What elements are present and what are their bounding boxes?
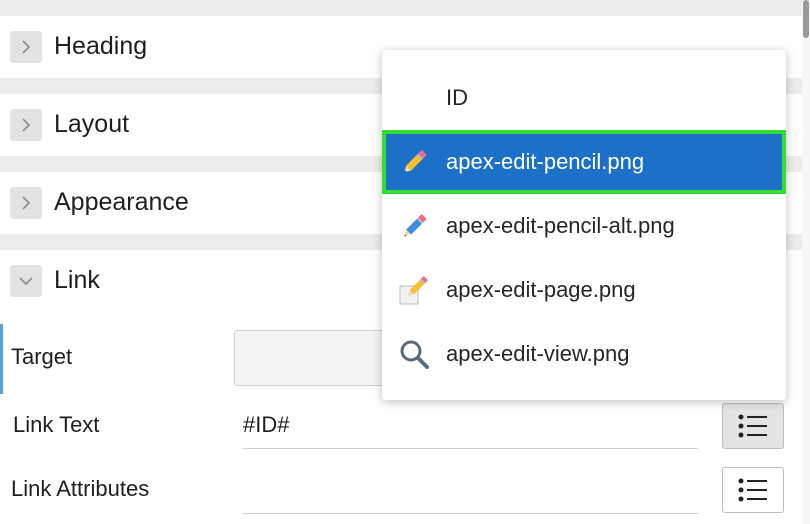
chevron-right-icon — [22, 118, 31, 132]
pencil-icon — [404, 149, 427, 173]
section-title: Layout — [54, 110, 130, 138]
dropdown-item[interactable]: apex-edit-pencil.png — [382, 130, 786, 194]
chevron-down-icon — [19, 277, 33, 286]
list-icon — [738, 414, 767, 438]
dropdown-item[interactable]: apex-edit-pencil-alt.png — [382, 194, 786, 258]
link-text-input[interactable]: #ID# — [243, 412, 289, 438]
autocomplete-dropdown: ID apex-edit-pencil.png apex-edit-pencil — [382, 50, 786, 400]
dropdown-item-label: apex-edit-pencil-alt.png — [446, 213, 675, 238]
pencil-alt-icon — [404, 213, 427, 237]
scrollbar[interactable] — [802, 0, 810, 524]
link-attributes-label: Link Attributes — [11, 476, 150, 501]
expand-toggle[interactable] — [10, 187, 42, 219]
link-attributes-list-button[interactable] — [722, 467, 784, 513]
target-input[interactable] — [234, 330, 396, 386]
target-label: Target — [11, 344, 73, 369]
dropdown-item[interactable]: apex-edit-page.png — [382, 258, 786, 322]
scroll-thumb[interactable] — [803, 0, 809, 38]
section-title: Appearance — [54, 188, 189, 216]
section-divider — [0, 0, 802, 16]
chevron-right-icon — [22, 196, 31, 210]
dropdown-header-item[interactable]: ID — [382, 66, 786, 130]
dropdown-item-label: apex-edit-page.png — [446, 277, 636, 302]
link-text-label: Link Text — [13, 412, 100, 437]
list-icon — [738, 478, 767, 502]
dropdown-header-label: ID — [446, 85, 468, 110]
section-title: Link — [54, 266, 100, 294]
focus-indicator — [0, 324, 3, 394]
section-title: Heading — [54, 32, 148, 60]
expand-toggle[interactable] — [10, 31, 42, 63]
edit-page-icon — [399, 275, 429, 305]
dropdown-item[interactable]: apex-edit-view.png — [382, 322, 786, 386]
collapse-toggle[interactable] — [10, 265, 42, 297]
dropdown-item-label: apex-edit-view.png — [446, 341, 630, 366]
expand-toggle[interactable] — [10, 109, 42, 141]
dropdown-item-label: apex-edit-pencil.png — [446, 149, 645, 174]
field-underline — [243, 448, 698, 449]
link-text-list-button[interactable] — [722, 403, 784, 449]
field-underline — [243, 513, 698, 514]
chevron-right-icon — [22, 40, 31, 54]
magnifier-icon — [400, 340, 429, 369]
